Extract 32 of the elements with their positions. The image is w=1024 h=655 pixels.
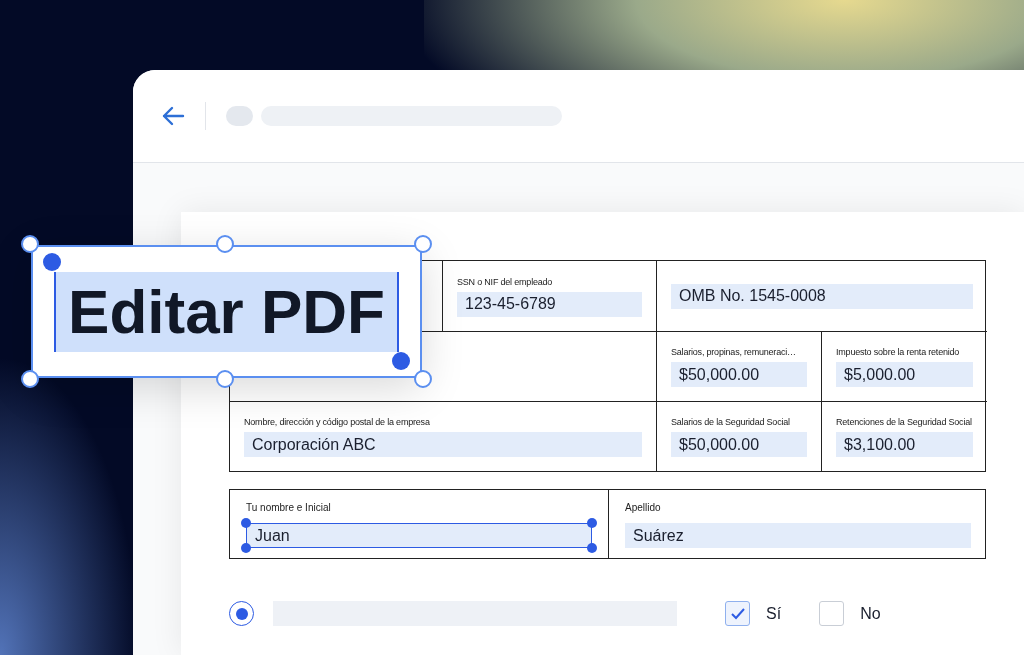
text-field[interactable]: $5,000.00 <box>836 362 973 387</box>
checkbox-label: No <box>860 603 881 624</box>
checkbox-label: Sí <box>766 603 782 624</box>
text-field[interactable]: $3,100.00 <box>836 432 973 457</box>
resize-handle[interactable] <box>241 518 251 528</box>
checkmark-icon <box>729 606 746 621</box>
text-field[interactable]: 123-45-6789 <box>457 291 642 317</box>
checkbox[interactable] <box>725 601 750 626</box>
text-field[interactable]: $50,000.00 <box>671 362 807 387</box>
text-field[interactable]: $50,000.00 <box>671 432 807 457</box>
field-label: Apellido <box>625 501 662 515</box>
resize-handle[interactable] <box>21 370 39 388</box>
checkbox[interactable] <box>819 601 845 626</box>
back-arrow-icon[interactable] <box>161 106 185 126</box>
text-field[interactable]: Juan <box>246 523 592 548</box>
field-label: Retenciones de la Seguridad Social <box>836 416 973 428</box>
resize-handle[interactable] <box>21 235 39 253</box>
field-label: Salarios de la Seguridad Social <box>671 416 791 428</box>
field-label: SSN o NIF del empleado <box>457 275 554 288</box>
text-field[interactable]: OMB No. 1545-0008 <box>671 283 973 309</box>
field-label: Tu nombre e Inicial <box>246 501 332 515</box>
field-label: Nombre, dirección y código postal de la empresa <box>244 416 431 428</box>
text-field[interactable]: Corporación ABC <box>244 432 642 457</box>
heading-text: Editar PDF <box>54 271 399 352</box>
resize-handle[interactable] <box>241 543 251 553</box>
placeholder-pill <box>226 106 253 126</box>
field-label: Impuesto sobre la renta retenido <box>836 346 961 358</box>
selected-text-box[interactable]: Editar PDF <box>31 245 422 378</box>
resize-handle[interactable] <box>587 518 597 528</box>
text-field[interactable]: Suárez <box>625 523 971 548</box>
resize-handle[interactable] <box>587 543 597 553</box>
field-label: Salarios, propinas, remuneraci… <box>671 346 797 358</box>
